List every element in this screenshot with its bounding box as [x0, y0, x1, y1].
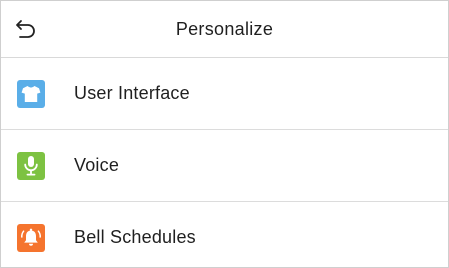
menu-item-voice[interactable]: Voice	[1, 130, 448, 202]
menu-item-bell-schedules[interactable]: Bell Schedules	[1, 202, 448, 267]
menu-item-label: Bell Schedules	[74, 227, 196, 247]
menu-item-label: Voice	[74, 155, 120, 175]
microphone-icon	[24, 156, 38, 176]
menu-item-label: User Interface	[74, 83, 190, 103]
bell-schedules-icon-tile	[17, 224, 45, 252]
menu-item-user-interface[interactable]: User Interface	[1, 58, 448, 130]
personalize-screen: Personalize User Interface Voice Bell Sc…	[0, 0, 449, 268]
user-interface-icon-tile	[17, 80, 45, 108]
tshirt-icon	[21, 86, 41, 102]
menu-list: User Interface Voice Bell Schedules	[1, 58, 448, 267]
bell-icon	[21, 228, 41, 246]
voice-icon-tile	[17, 152, 45, 180]
page-title: Personalize	[175, 19, 274, 39]
header-bar: Personalize	[1, 1, 448, 58]
